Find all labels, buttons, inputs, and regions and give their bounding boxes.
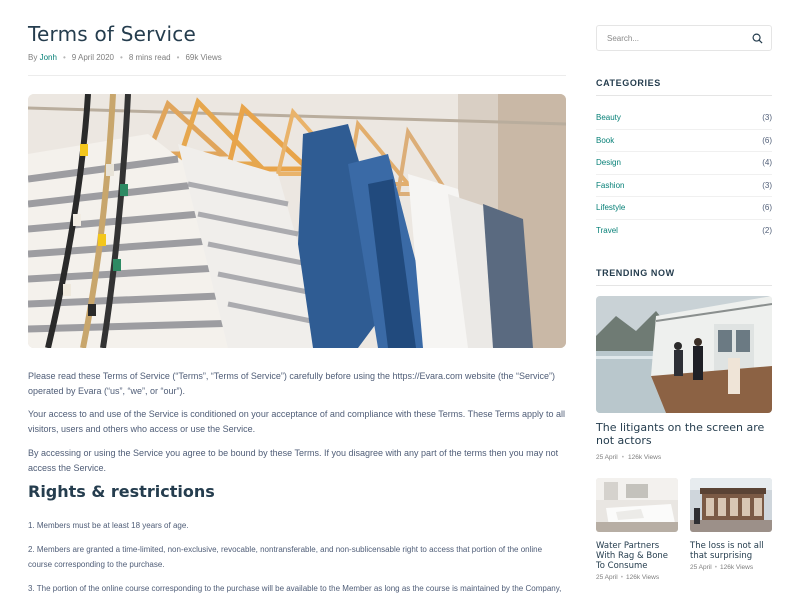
categories-list: Beauty (3) Book (6) Design (4) Fashion (… <box>596 107 772 242</box>
meta-separator: • <box>714 564 717 571</box>
trending-card-image[interactable] <box>596 478 678 532</box>
category-count: (3) <box>762 113 772 122</box>
trending-main-meta: 25 April • 126k Views <box>596 454 661 461</box>
trending-card[interactable]: Water Partners With Rag & Bone To Consum… <box>596 478 678 581</box>
meta-separator: • <box>620 574 623 581</box>
category-item-lifestyle[interactable]: Lifestyle (6) <box>596 197 772 220</box>
category-item-design[interactable]: Design (4) <box>596 152 772 175</box>
agreement-paragraph: By accessing or using the Service you ag… <box>28 448 559 473</box>
hero-image <box>28 94 566 348</box>
category-label[interactable]: Travel <box>596 226 618 235</box>
categories-heading: CATEGORIES <box>596 78 661 88</box>
trending-card-meta: 25 April • 126k Views <box>596 574 678 581</box>
post-date: 25 April <box>596 574 618 581</box>
post-views: 126k Views <box>719 564 754 571</box>
article-meta: By Jonh • 9 April 2020 • 8 mins read • 69k Vie… <box>28 53 222 62</box>
meta-date: 9 April 2020 <box>71 53 115 62</box>
category-count: (6) <box>762 203 772 212</box>
meta-separator: • <box>621 454 624 461</box>
ship-deck-photo <box>596 296 772 413</box>
trending-card-image[interactable] <box>690 478 772 532</box>
list-item: 1. Members must be at least 18 years of … <box>28 521 189 530</box>
category-label[interactable]: Design <box>596 158 621 167</box>
author-link[interactable]: Jonh <box>40 53 57 62</box>
category-label[interactable]: Beauty <box>596 113 621 122</box>
access-paragraph: Your access to and use of the Service is… <box>28 409 565 434</box>
rights-list: 1. Members must be at least 18 years of … <box>28 518 566 600</box>
trending-main-image[interactable] <box>596 296 772 413</box>
meta-read-time: 8 mins read <box>128 53 171 62</box>
category-count: (6) <box>762 135 772 145</box>
title-divider <box>28 75 566 76</box>
trending-main-title[interactable]: The litigants on the screen are not acto… <box>596 421 772 447</box>
trending-card-title[interactable]: The loss is not all that surprising <box>690 541 772 561</box>
list-item: 2. Members are granted a time-limited, n… <box>28 545 543 569</box>
search-icon[interactable] <box>752 33 763 44</box>
meta-by-prefix: By <box>28 53 38 62</box>
storefront-photo <box>690 478 772 532</box>
trending-card-title[interactable]: Water Partners With Rag & Bone To Consum… <box>596 541 678 571</box>
category-item-book[interactable]: Book (6) <box>596 130 772 152</box>
post-views: 126k Views <box>625 574 660 581</box>
category-count: (2) <box>762 225 772 235</box>
trending-divider <box>596 285 772 286</box>
post-date: 25 April <box>596 454 618 461</box>
search-input[interactable] <box>607 31 747 46</box>
clothing-rack-illustration <box>28 94 566 348</box>
category-count: (4) <box>762 158 772 167</box>
category-label[interactable]: Book <box>596 136 614 145</box>
trending-card[interactable]: The loss is not all that surprising 25 A… <box>690 478 772 571</box>
trending-card-meta: 25 April • 126k Views <box>690 564 772 571</box>
page-title: Terms of Service <box>28 22 197 46</box>
meta-separator: • <box>62 53 66 62</box>
bedroom-photo <box>596 478 678 532</box>
post-date: 25 April <box>690 564 712 571</box>
category-label[interactable]: Lifestyle <box>596 203 625 212</box>
categories-divider <box>596 95 772 96</box>
meta-separator: • <box>120 53 123 62</box>
category-count: (3) <box>762 180 772 190</box>
trending-heading: TRENDING NOW <box>596 268 675 278</box>
section-title: Rights & restrictions <box>28 482 215 501</box>
category-item-beauty[interactable]: Beauty (3) <box>596 107 772 130</box>
meta-views: 69k Views <box>185 53 222 62</box>
search-box <box>596 25 772 51</box>
list-item: 3. The portion of the online course corr… <box>28 584 562 600</box>
category-item-travel[interactable]: Travel (2) <box>596 220 772 243</box>
category-label[interactable]: Fashion <box>596 181 624 190</box>
category-item-fashion[interactable]: Fashion (3) <box>596 175 772 197</box>
meta-separator: • <box>176 53 180 62</box>
post-views: 126k Views <box>627 454 662 461</box>
intro-paragraph: Please read these Terms of Service (“Ter… <box>28 371 556 396</box>
